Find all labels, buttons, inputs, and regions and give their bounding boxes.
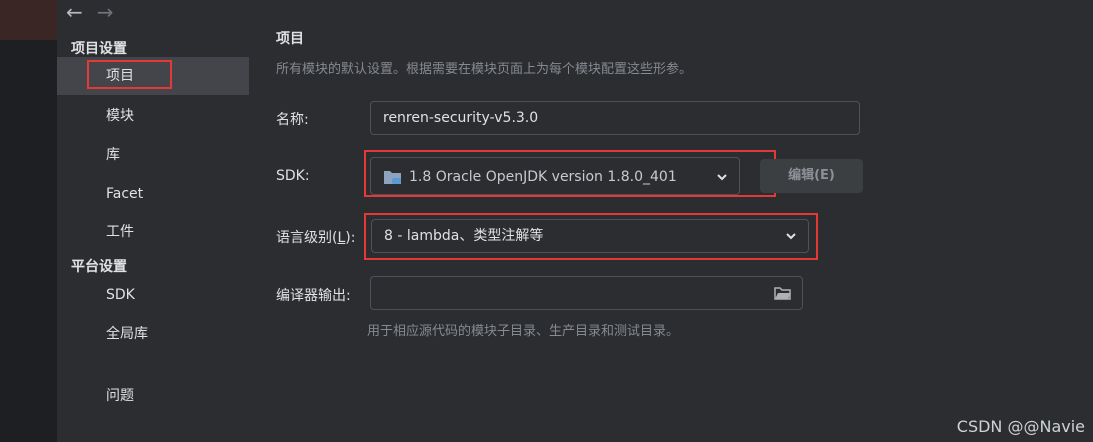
jdk-folder-icon — [384, 171, 401, 184]
compiler-output-hint: 用于相应源代码的模块子目录、生产目录和测试目录。 — [367, 324, 680, 339]
sdk-label: SDK: — [276, 168, 310, 184]
language-level-label-post: ): — [345, 230, 356, 246]
chevron-down-icon — [717, 174, 727, 181]
sidebar-item-project[interactable]: 项目 — [57, 57, 249, 95]
sidebar-item-facet[interactable]: Facet — [57, 175, 249, 213]
page-subtitle: 所有模块的默认设置。根据需要在模块页面上为每个模块配置这些形参。 — [276, 62, 693, 77]
sidebar-item-modules[interactable]: 模块 — [57, 97, 249, 135]
nav-arrows: ← → — [66, 2, 114, 22]
project-name-input[interactable]: renren-security-v5.3.0 — [370, 101, 860, 135]
compiler-output-label: 编译器输出: — [276, 288, 351, 304]
left-strip — [0, 0, 57, 442]
sidebar-item-label: 模块 — [106, 108, 134, 124]
forward-arrow-icon[interactable]: → — [97, 2, 114, 22]
sidebar-item-label: 问题 — [106, 388, 134, 404]
sdk-selected-value: 1.8 Oracle OpenJDK version 1.8.0_401 — [409, 169, 677, 185]
project-settings-header: 项目设置 — [71, 41, 127, 57]
sidebar-item-libraries[interactable]: 库 — [57, 136, 249, 174]
language-level-value: 8 - lambda、类型注解等 — [384, 228, 544, 244]
language-level-label: 语言级别(L): — [276, 227, 355, 247]
sidebar-item-problems[interactable]: 问题 — [57, 377, 249, 415]
watermark: CSDN @@Navie — [956, 417, 1085, 436]
name-label: 名称: — [276, 112, 309, 128]
language-level-label-pre: 语言级别( — [276, 230, 338, 246]
platform-settings-header: 平台设置 — [71, 259, 127, 275]
sidebar-item-label: 全局库 — [106, 326, 148, 342]
sidebar-item-label: 库 — [106, 147, 120, 163]
folder-browse-icon[interactable] — [774, 286, 792, 301]
project-name-value: renren-security-v5.3.0 — [383, 110, 539, 126]
back-arrow-icon[interactable]: ← — [66, 2, 83, 22]
sidebar-item-label: 工件 — [106, 224, 134, 240]
language-level-dropdown[interactable]: 8 - lambda、类型注解等 — [371, 219, 809, 253]
sidebar-item-artifacts[interactable]: 工件 — [57, 213, 249, 251]
sidebar-item-global-libraries[interactable]: 全局库 — [57, 315, 249, 353]
left-strip-accent — [0, 0, 57, 40]
sdk-dropdown[interactable]: 1.8 Oracle OpenJDK version 1.8.0_401 — [370, 157, 740, 195]
chevron-down-icon — [786, 233, 796, 240]
sidebar-item-label: Facet — [106, 186, 144, 202]
sidebar-item-label: 项目 — [106, 68, 134, 84]
sidebar-item-sdk[interactable]: SDK — [57, 276, 249, 314]
sidebar-item-label: SDK — [106, 287, 135, 303]
page-title: 项目 — [276, 31, 304, 47]
compiler-output-input[interactable] — [370, 276, 803, 310]
edit-sdk-button[interactable]: 编辑(E) — [760, 159, 863, 193]
